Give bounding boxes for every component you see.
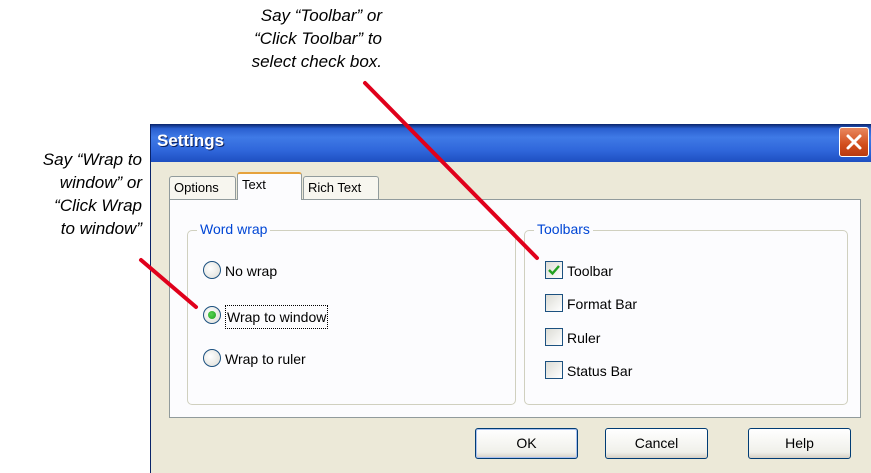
checkbox[interactable]	[545, 294, 563, 312]
radio-label: Wrap to window	[225, 305, 329, 329]
callout-line: to window”	[60, 219, 142, 238]
checkmark-icon	[548, 265, 560, 276]
callout-line: “Click Wrap	[54, 196, 142, 215]
dialog-title: Settings	[157, 131, 225, 150]
tab-rich-text[interactable]: Rich Text	[303, 176, 379, 200]
callout-wrap-to-window: Say “Wrap to window” or “Click Wrap to w…	[0, 148, 142, 240]
callout-line: “Click Toolbar” to	[254, 29, 382, 48]
text-tab-panel: Word wrap No wrap Wrap to window Wrap to…	[169, 199, 861, 418]
tab-options[interactable]: Options	[169, 176, 236, 200]
toolbars-legend: Toolbars	[534, 221, 593, 237]
callout-line: Say “Toolbar” or	[260, 6, 382, 25]
radio-label: No wrap	[225, 263, 278, 279]
radio-button-selected[interactable]	[203, 306, 221, 324]
close-button[interactable]	[839, 127, 869, 157]
checkbox-label: Format Bar	[567, 296, 638, 312]
close-icon	[846, 134, 862, 150]
checkbox-label: Status Bar	[567, 363, 633, 379]
cancel-button[interactable]: Cancel	[605, 428, 708, 459]
ok-button[interactable]: OK	[475, 428, 578, 459]
callout-line: select check box.	[251, 52, 382, 71]
radio-button[interactable]	[203, 349, 221, 367]
title-bar[interactable]: Settings	[151, 124, 871, 162]
checkbox-label: Ruler	[567, 330, 601, 346]
radio-label: Wrap to ruler	[225, 351, 306, 367]
checkbox[interactable]	[545, 361, 563, 379]
callout-toolbar: Say “Toolbar” or “Click Toolbar” to sele…	[197, 4, 382, 73]
checkbox-label: Toolbar	[567, 263, 613, 279]
word-wrap-legend: Word wrap	[197, 221, 271, 237]
settings-dialog: Settings Options Text Rich Text Word wra…	[150, 124, 871, 473]
toolbars-group: Toolbars Toolbar Format Bar Ruler Status…	[524, 221, 848, 405]
help-button[interactable]: Help	[748, 428, 851, 459]
radio-button[interactable]	[203, 261, 221, 279]
tab-text[interactable]: Text	[237, 172, 302, 200]
word-wrap-group: Word wrap No wrap Wrap to window Wrap to…	[187, 221, 516, 405]
checkbox[interactable]	[545, 328, 563, 346]
callout-line: window” or	[59, 173, 142, 192]
callout-line: Say “Wrap to	[42, 150, 142, 169]
checkbox[interactable]	[545, 261, 563, 279]
